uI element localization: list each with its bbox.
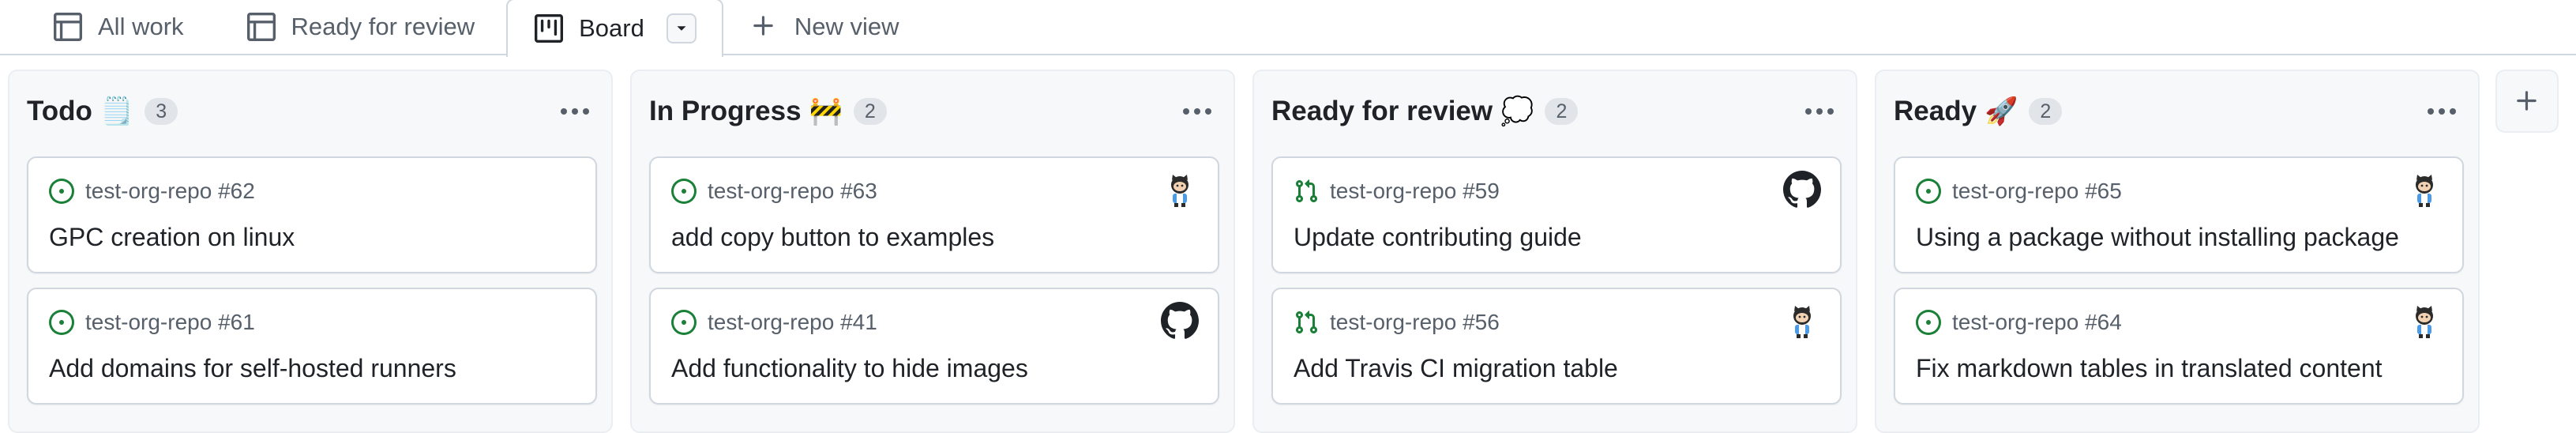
column-title: Ready <box>1894 96 1977 126</box>
card-title[interactable]: GPC creation on linux <box>49 223 295 252</box>
github-avatar[interactable] <box>1161 302 1199 340</box>
board-icon <box>535 14 564 43</box>
open-issue-icon <box>671 179 697 204</box>
column-emoji: 🚀 <box>1985 96 2018 126</box>
tab-label: All work <box>98 13 184 40</box>
card-repo-ref[interactable]: test-org-repo #56 <box>1330 310 1500 335</box>
tab-label: Ready for review <box>291 13 475 40</box>
column-header: In Progress 🚧 2 <box>649 87 1216 136</box>
pull-request-icon <box>1294 310 1319 335</box>
card-repo-line: test-org-repo #62 <box>49 179 255 204</box>
card-repo-ref[interactable]: test-org-repo #41 <box>708 310 877 335</box>
octocat-avatar[interactable] <box>2405 302 2443 340</box>
column-count-badge: 3 <box>145 98 178 125</box>
column-count-badge: 2 <box>2029 98 2063 125</box>
open-issue-icon <box>1916 310 1941 335</box>
board-column: Ready 🚀 2 test-org-repo #65 Using a package … <box>1875 70 2480 433</box>
column-count-badge: 2 <box>853 98 887 125</box>
column-count-badge: 2 <box>1545 98 1579 125</box>
tab-label: New view <box>794 13 899 40</box>
plus-icon <box>2517 91 2537 111</box>
card-title[interactable]: Add domains for self-hosted runners <box>49 354 456 383</box>
plus-icon <box>750 13 779 41</box>
pull-request-icon <box>1294 179 1319 204</box>
tab-ready-for-review[interactable]: Ready for review <box>216 0 507 54</box>
column-emoji: 🚧 <box>809 96 843 126</box>
card-repo-line: test-org-repo #41 <box>671 310 877 335</box>
column-emoji: 💭 <box>1500 96 1534 126</box>
column-header: Ready 🚀 2 <box>1894 87 2461 136</box>
caret-down-icon <box>677 26 686 31</box>
octocat-avatar[interactable] <box>1161 171 1199 209</box>
board-card[interactable]: test-org-repo #61 Add domains for self-ho… <box>27 288 597 405</box>
board-column: Todo 🗒️ 3 test-org-repo #62 GPC creation on … <box>8 70 613 433</box>
board-card[interactable]: test-org-repo #41 Add functionality to hi… <box>649 288 1219 405</box>
octocat-avatar[interactable] <box>1783 302 1821 340</box>
board-card[interactable]: test-org-repo #65 Using a package without… <box>1894 156 2464 273</box>
column-menu-icon[interactable] <box>1178 100 1216 122</box>
open-issue-icon <box>49 179 74 204</box>
card-title[interactable]: Add Travis CI migration table <box>1294 354 1618 383</box>
card-repo-line: test-org-repo #64 <box>1916 310 2122 335</box>
card-repo-ref[interactable]: test-org-repo #65 <box>1952 179 2122 204</box>
card-title[interactable]: add copy button to examples <box>671 223 994 252</box>
card-repo-line: test-org-repo #56 <box>1294 310 1500 335</box>
card-repo-line: test-org-repo #65 <box>1916 179 2122 204</box>
column-menu-icon[interactable] <box>1801 100 1838 122</box>
board-card[interactable]: test-org-repo #62 GPC creation on linux <box>27 156 597 273</box>
card-repo-ref[interactable]: test-org-repo #62 <box>85 179 255 204</box>
board-card[interactable]: test-org-repo #64 Fix markdown tables in … <box>1894 288 2464 405</box>
card-title[interactable]: Using a package without installing packa… <box>1916 223 2399 252</box>
card-repo-line: test-org-repo #59 <box>1294 179 1500 204</box>
board: Todo 🗒️ 3 test-org-repo #62 GPC creation on … <box>0 70 2576 433</box>
card-repo-ref[interactable]: test-org-repo #64 <box>1952 310 2122 335</box>
board-card[interactable]: test-org-repo #56 Add Travis CI migration… <box>1271 288 1842 405</box>
view-tabs: All work Ready for review Board New view <box>0 0 2576 57</box>
tab-all-work[interactable]: All work <box>0 0 216 54</box>
card-repo-ref[interactable]: test-org-repo #63 <box>708 179 877 204</box>
table-icon <box>54 13 82 41</box>
card-repo-line: test-org-repo #63 <box>671 179 877 204</box>
board-card[interactable]: test-org-repo #63 add copy button to exam… <box>649 156 1219 273</box>
column-menu-icon[interactable] <box>556 100 594 122</box>
tab-board[interactable]: Board <box>506 0 723 57</box>
github-avatar[interactable] <box>1783 171 1821 209</box>
card-repo-ref[interactable]: test-org-repo #61 <box>85 310 255 335</box>
table-icon <box>246 13 276 41</box>
column-emoji: 🗒️ <box>100 96 134 126</box>
open-issue-icon <box>671 310 697 335</box>
column-header: Ready for review 💭 2 <box>1271 87 1838 136</box>
card-repo-ref[interactable]: test-org-repo #59 <box>1330 179 1500 204</box>
column-header: Todo 🗒️ 3 <box>27 87 594 136</box>
card-title[interactable]: Fix markdown tables in translated conten… <box>1916 354 2383 383</box>
open-issue-icon <box>49 310 74 335</box>
board-card[interactable]: test-org-repo #59 Update contributing gui… <box>1271 156 1842 273</box>
column-title: In Progress <box>649 96 802 126</box>
card-title[interactable]: Update contributing guide <box>1294 223 1582 252</box>
octocat-avatar[interactable] <box>2405 171 2443 209</box>
column-title: Ready for review <box>1271 96 1493 126</box>
view-options-dropdown[interactable] <box>666 13 697 43</box>
card-title[interactable]: Add functionality to hide images <box>671 354 1028 383</box>
column-title: Todo <box>27 96 92 126</box>
open-issue-icon <box>1916 179 1941 204</box>
column-menu-icon[interactable] <box>2423 100 2461 122</box>
board-column: Ready for review 💭 2 test-org-repo #59 Updat… <box>1252 70 1857 433</box>
add-column-button[interactable] <box>2495 70 2559 133</box>
board-column: In Progress 🚧 2 test-org-repo #63 add copy b… <box>630 70 1235 433</box>
tab-label: Board <box>579 14 644 42</box>
card-repo-line: test-org-repo #61 <box>49 310 255 335</box>
new-view-button[interactable]: New view <box>723 0 931 54</box>
